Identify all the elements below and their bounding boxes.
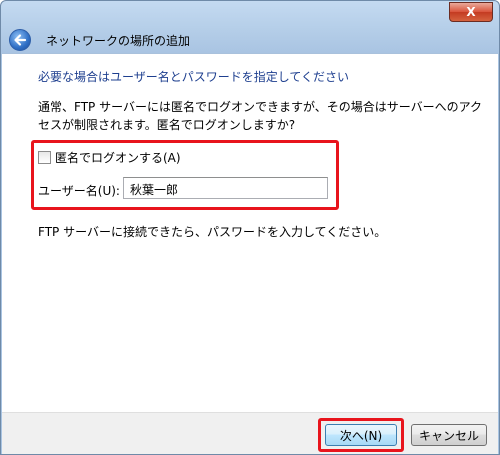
cancel-button[interactable]: キャンセル (411, 424, 487, 446)
password-note: FTP サーバーに接続できたら、パスワードを入力してください。 (38, 225, 387, 239)
next-button[interactable]: 次へ(N) (325, 424, 397, 446)
anonymous-logon-label[interactable]: 匿名でログオンする(A) (55, 149, 181, 166)
button-bar: 次へ(N) キャンセル (2, 412, 498, 454)
username-label: ユーザー名(U): (38, 184, 120, 198)
anonymous-logon-checkbox[interactable] (38, 150, 51, 164)
username-input[interactable]: 秋葉一郎 (123, 177, 328, 199)
description-text: 通常、FTP サーバーには匿名でログオンできますが、その場合はサーバーへのアクセ… (38, 100, 482, 132)
wizard-content: 必要な場合はユーザー名とパスワードを指定してください 通常、FTP サーバーには… (2, 53, 498, 412)
page-heading: 必要な場合はユーザー名とパスワードを指定してください (38, 70, 350, 84)
dialog-window: X ネットワークの場所の追加 必要な場合はユーザー名とパスワードを指定してくださ… (0, 0, 500, 455)
anonymous-logon-option[interactable]: 匿名でログオンする(A) (38, 149, 181, 165)
back-arrow-icon (14, 34, 27, 46)
window-title: ネットワークの場所の追加 (46, 34, 191, 48)
wizard-header: ネットワークの場所の追加 (1, 27, 499, 53)
close-icon: X (466, 5, 476, 19)
close-button[interactable]: X (449, 2, 493, 22)
back-button[interactable] (9, 29, 31, 51)
title-bar[interactable]: X (1, 1, 499, 27)
